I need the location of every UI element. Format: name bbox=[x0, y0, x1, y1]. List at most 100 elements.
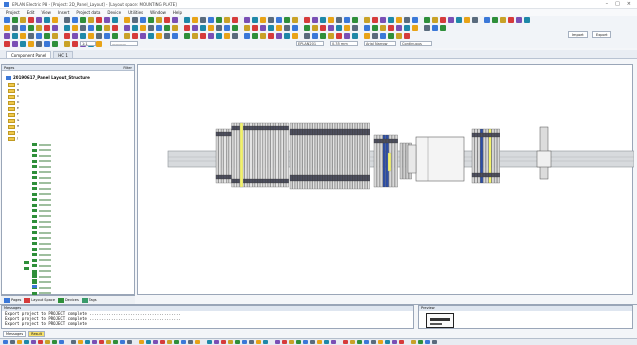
open-icon[interactable] bbox=[492, 17, 498, 23]
undo-icon[interactable] bbox=[172, 17, 178, 23]
device-icon[interactable] bbox=[24, 261, 29, 264]
open-icon[interactable] bbox=[352, 17, 358, 23]
device-icon[interactable] bbox=[32, 231, 37, 234]
terminal-screw[interactable] bbox=[292, 174, 295, 182]
folder-icon[interactable] bbox=[8, 125, 15, 129]
terminal-screw[interactable] bbox=[270, 125, 274, 131]
terminal-screw[interactable] bbox=[231, 125, 235, 131]
new-icon[interactable] bbox=[208, 33, 214, 39]
settings-icon[interactable] bbox=[268, 33, 274, 39]
open-icon[interactable] bbox=[80, 17, 86, 23]
terminal-screw[interactable] bbox=[483, 132, 486, 138]
zoom-icon[interactable] bbox=[92, 340, 97, 344]
terminal-screw[interactable] bbox=[228, 131, 232, 137]
terminal-screw[interactable] bbox=[280, 178, 284, 184]
terminal-screw[interactable] bbox=[324, 128, 328, 136]
terminal-screw[interactable] bbox=[297, 174, 300, 182]
print-icon[interactable] bbox=[304, 17, 310, 23]
save-icon[interactable] bbox=[88, 33, 94, 39]
terminal-screw[interactable] bbox=[319, 174, 323, 182]
zoom-icon[interactable] bbox=[464, 17, 470, 23]
device-icon[interactable] bbox=[32, 258, 37, 262]
font-combo[interactable]: Arial Narrow bbox=[364, 41, 396, 46]
terminal-screw[interactable] bbox=[339, 174, 343, 182]
terminal-screw[interactable] bbox=[309, 174, 313, 182]
new-icon[interactable] bbox=[228, 340, 233, 344]
open-icon[interactable] bbox=[12, 25, 18, 31]
save-icon[interactable] bbox=[303, 340, 308, 344]
terminal-screw[interactable] bbox=[304, 174, 308, 182]
zoom-icon[interactable] bbox=[396, 33, 402, 39]
terminal-screw[interactable] bbox=[347, 128, 350, 136]
terminal-screw[interactable] bbox=[254, 178, 258, 184]
zoom-icon[interactable] bbox=[260, 17, 266, 23]
save-icon[interactable] bbox=[500, 17, 506, 23]
redo-icon[interactable] bbox=[184, 25, 190, 31]
folder-icon[interactable] bbox=[8, 101, 15, 105]
terminal-screw[interactable] bbox=[254, 125, 258, 131]
folder-icon[interactable] bbox=[8, 131, 15, 135]
print-icon[interactable] bbox=[71, 340, 76, 344]
tab-hc1[interactable]: HC 1 bbox=[53, 51, 73, 58]
undo-icon[interactable] bbox=[36, 41, 42, 47]
terminal-screw[interactable] bbox=[280, 125, 284, 131]
terminal-screw[interactable] bbox=[278, 178, 281, 184]
terminal-screw[interactable] bbox=[265, 125, 268, 131]
terminal-screw[interactable] bbox=[275, 125, 279, 131]
layout-canvas[interactable] bbox=[137, 64, 635, 295]
terminal-screw[interactable] bbox=[249, 125, 253, 131]
undo-icon[interactable] bbox=[172, 25, 178, 31]
preview-thumbnail[interactable] bbox=[426, 313, 454, 328]
redo-icon[interactable] bbox=[146, 340, 151, 344]
undo-icon[interactable] bbox=[104, 33, 110, 39]
terminal-screw[interactable] bbox=[262, 125, 266, 131]
terminal-screw[interactable] bbox=[262, 178, 266, 184]
undo-icon[interactable] bbox=[104, 25, 110, 31]
new-icon[interactable] bbox=[72, 41, 78, 47]
terminal-screw[interactable] bbox=[283, 125, 287, 131]
zoom-icon[interactable] bbox=[31, 340, 36, 344]
terminal-screw[interactable] bbox=[329, 128, 333, 136]
terminal-screw[interactable] bbox=[234, 125, 237, 131]
new-icon[interactable] bbox=[4, 33, 10, 39]
zoom-icon[interactable] bbox=[124, 33, 130, 39]
undo-icon[interactable] bbox=[312, 17, 318, 23]
terminal-screw[interactable] bbox=[267, 178, 271, 184]
print-icon[interactable] bbox=[372, 17, 378, 23]
terminal-screw[interactable] bbox=[359, 128, 363, 136]
undo-icon[interactable] bbox=[380, 25, 386, 31]
terminal-screw[interactable] bbox=[322, 128, 325, 136]
undo-icon[interactable] bbox=[244, 33, 250, 39]
menu-project[interactable]: Project bbox=[6, 10, 20, 15]
minimize-button[interactable]: – bbox=[606, 1, 609, 7]
terminal-screw[interactable] bbox=[283, 178, 287, 184]
export-button[interactable]: Export bbox=[592, 31, 612, 38]
terminal-block[interactable] bbox=[262, 122, 266, 188]
settings-icon[interactable] bbox=[200, 17, 206, 23]
terminal-marker[interactable] bbox=[387, 152, 392, 172]
redo-icon[interactable] bbox=[388, 25, 394, 31]
zoom-icon[interactable] bbox=[52, 33, 58, 39]
terminal-block[interactable] bbox=[280, 122, 284, 188]
import-button[interactable]: Import bbox=[568, 31, 588, 38]
terminal-screw[interactable] bbox=[257, 125, 261, 131]
settings-icon[interactable] bbox=[404, 33, 410, 39]
print-icon[interactable] bbox=[232, 17, 238, 23]
settings-icon[interactable] bbox=[336, 25, 342, 31]
terminal-screw[interactable] bbox=[260, 125, 263, 131]
menu-window[interactable]: Window bbox=[150, 10, 166, 15]
device-icon[interactable] bbox=[32, 181, 37, 185]
open-icon[interactable] bbox=[418, 340, 423, 344]
print-icon[interactable] bbox=[440, 25, 446, 31]
print-icon[interactable] bbox=[372, 33, 378, 39]
zoom-icon[interactable] bbox=[52, 41, 58, 47]
terminal-screw[interactable] bbox=[231, 178, 235, 184]
settings-icon[interactable] bbox=[404, 25, 410, 31]
undo-icon[interactable] bbox=[172, 33, 178, 39]
redo-icon[interactable] bbox=[44, 41, 50, 47]
line-type-combo[interactable]: ———— bbox=[110, 41, 138, 46]
save-icon[interactable] bbox=[292, 17, 298, 23]
folder-icon[interactable] bbox=[8, 89, 15, 93]
print-icon[interactable] bbox=[28, 41, 34, 47]
print-icon[interactable] bbox=[96, 33, 102, 39]
